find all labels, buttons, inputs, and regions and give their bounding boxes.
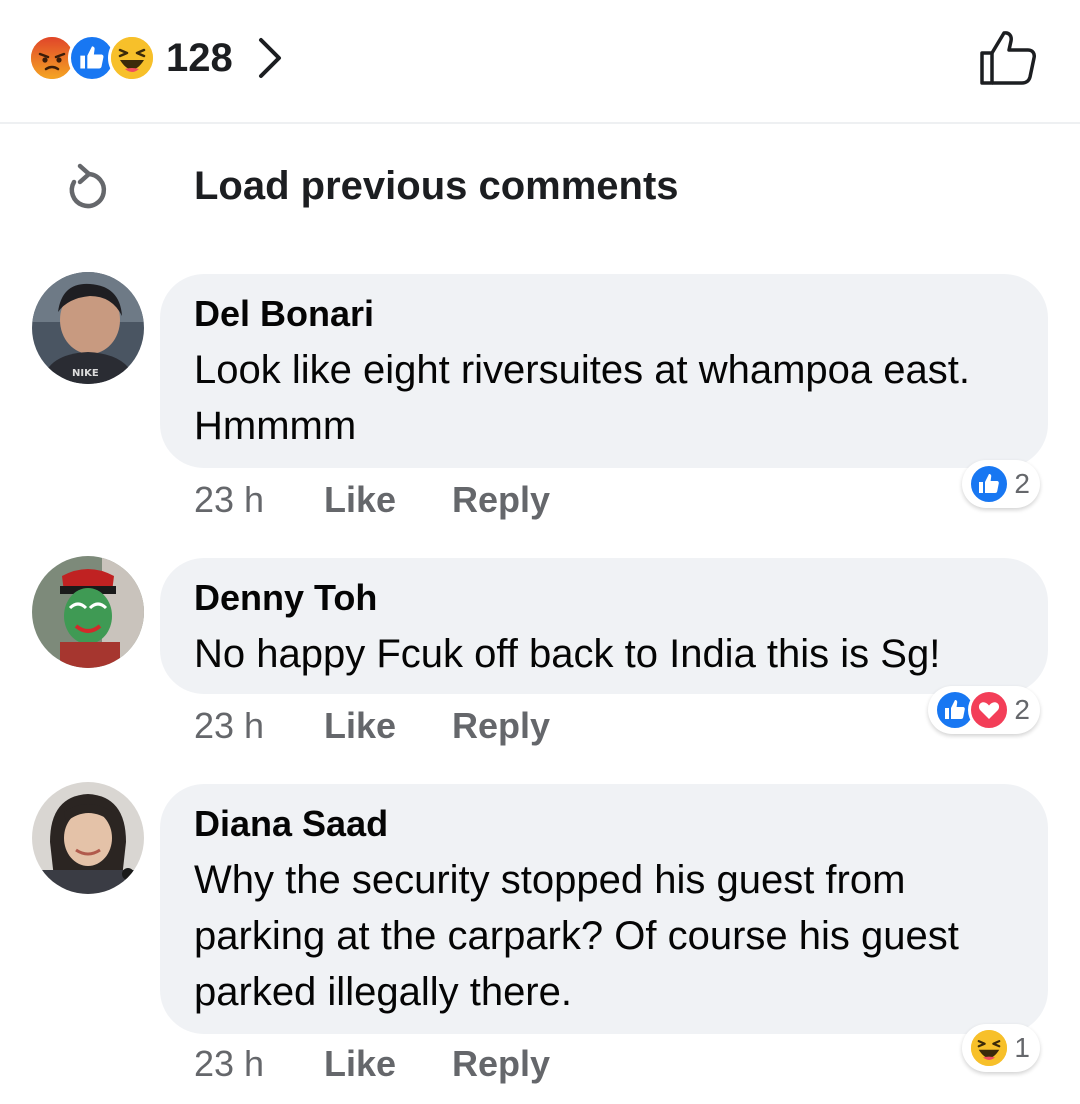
reaction-icons <box>28 34 156 82</box>
comment-bubble[interactable]: Diana Saad Why the security stopped his … <box>160 784 1048 1034</box>
comment-text: No happy Fcuk off back to India this is … <box>194 632 941 676</box>
comment-like-button[interactable]: Like <box>324 479 452 521</box>
comment-bubble[interactable]: Denny Toh No happy Fcuk off back to Indi… <box>160 558 1048 694</box>
comment-like-button[interactable]: Like <box>324 1043 452 1085</box>
comment-reply-button[interactable]: Reply <box>452 1043 550 1085</box>
comment-reply-button[interactable]: Reply <box>452 479 550 521</box>
love-reaction-icon <box>968 689 1011 731</box>
comment-author[interactable]: Del Bonari <box>194 292 1014 336</box>
comment-bubble[interactable]: Del Bonari Look like eight riversuites a… <box>160 274 1048 468</box>
like-button[interactable] <box>974 26 1042 90</box>
reaction-count: 128 <box>166 35 233 80</box>
comment-time[interactable]: 23 h <box>194 479 324 521</box>
comment-author[interactable]: Denny Toh <box>194 576 1014 620</box>
comment-reaction-count: 1 <box>1014 1032 1030 1063</box>
comment-reactions[interactable]: 1 <box>962 1024 1040 1072</box>
comment-meta: 23 h Like Reply <box>194 1040 550 1088</box>
comment-time[interactable]: 23 h <box>194 1043 324 1085</box>
load-previous-label: Load previous comments <box>194 164 679 208</box>
comment-text: Look like eight riversuites at whampoa e… <box>194 348 970 448</box>
comment-reaction-count: 2 <box>1014 468 1030 499</box>
comments-page: 128 Load previous comments NIKE Del Bona… <box>0 0 1080 1104</box>
avatar[interactable] <box>32 556 144 668</box>
chevron-right-icon <box>258 38 281 78</box>
svg-text:NIKE: NIKE <box>72 368 99 379</box>
comment-meta: 23 h Like Reply <box>194 702 550 750</box>
comment-time[interactable]: 23 h <box>194 705 324 747</box>
comment-reactions[interactable]: 2 <box>962 460 1040 508</box>
reaction-bar: 128 <box>0 0 1080 124</box>
comment-reactions[interactable]: 2 <box>928 686 1040 734</box>
comment-reaction-count: 2 <box>1014 694 1030 725</box>
reaction-summary-button[interactable]: 128 <box>28 30 285 86</box>
haha-reaction-icon <box>968 1027 1011 1069</box>
refresh-icon <box>69 163 107 209</box>
comment-like-button[interactable]: Like <box>324 705 452 747</box>
comment-author[interactable]: Diana Saad <box>194 802 1014 846</box>
comment-text: Why the security stopped his guest from … <box>194 858 959 1014</box>
avatar[interactable]: NIKE <box>32 272 144 384</box>
haha-reaction-icon <box>108 34 156 82</box>
load-previous-comments[interactable]: Load previous comments <box>60 156 760 220</box>
thumbs-up-outline-icon <box>980 31 1036 85</box>
comment-meta: 23 h Like Reply <box>194 476 550 524</box>
avatar[interactable] <box>32 782 144 894</box>
like-reaction-icon <box>968 463 1011 505</box>
comment-reply-button[interactable]: Reply <box>452 705 550 747</box>
